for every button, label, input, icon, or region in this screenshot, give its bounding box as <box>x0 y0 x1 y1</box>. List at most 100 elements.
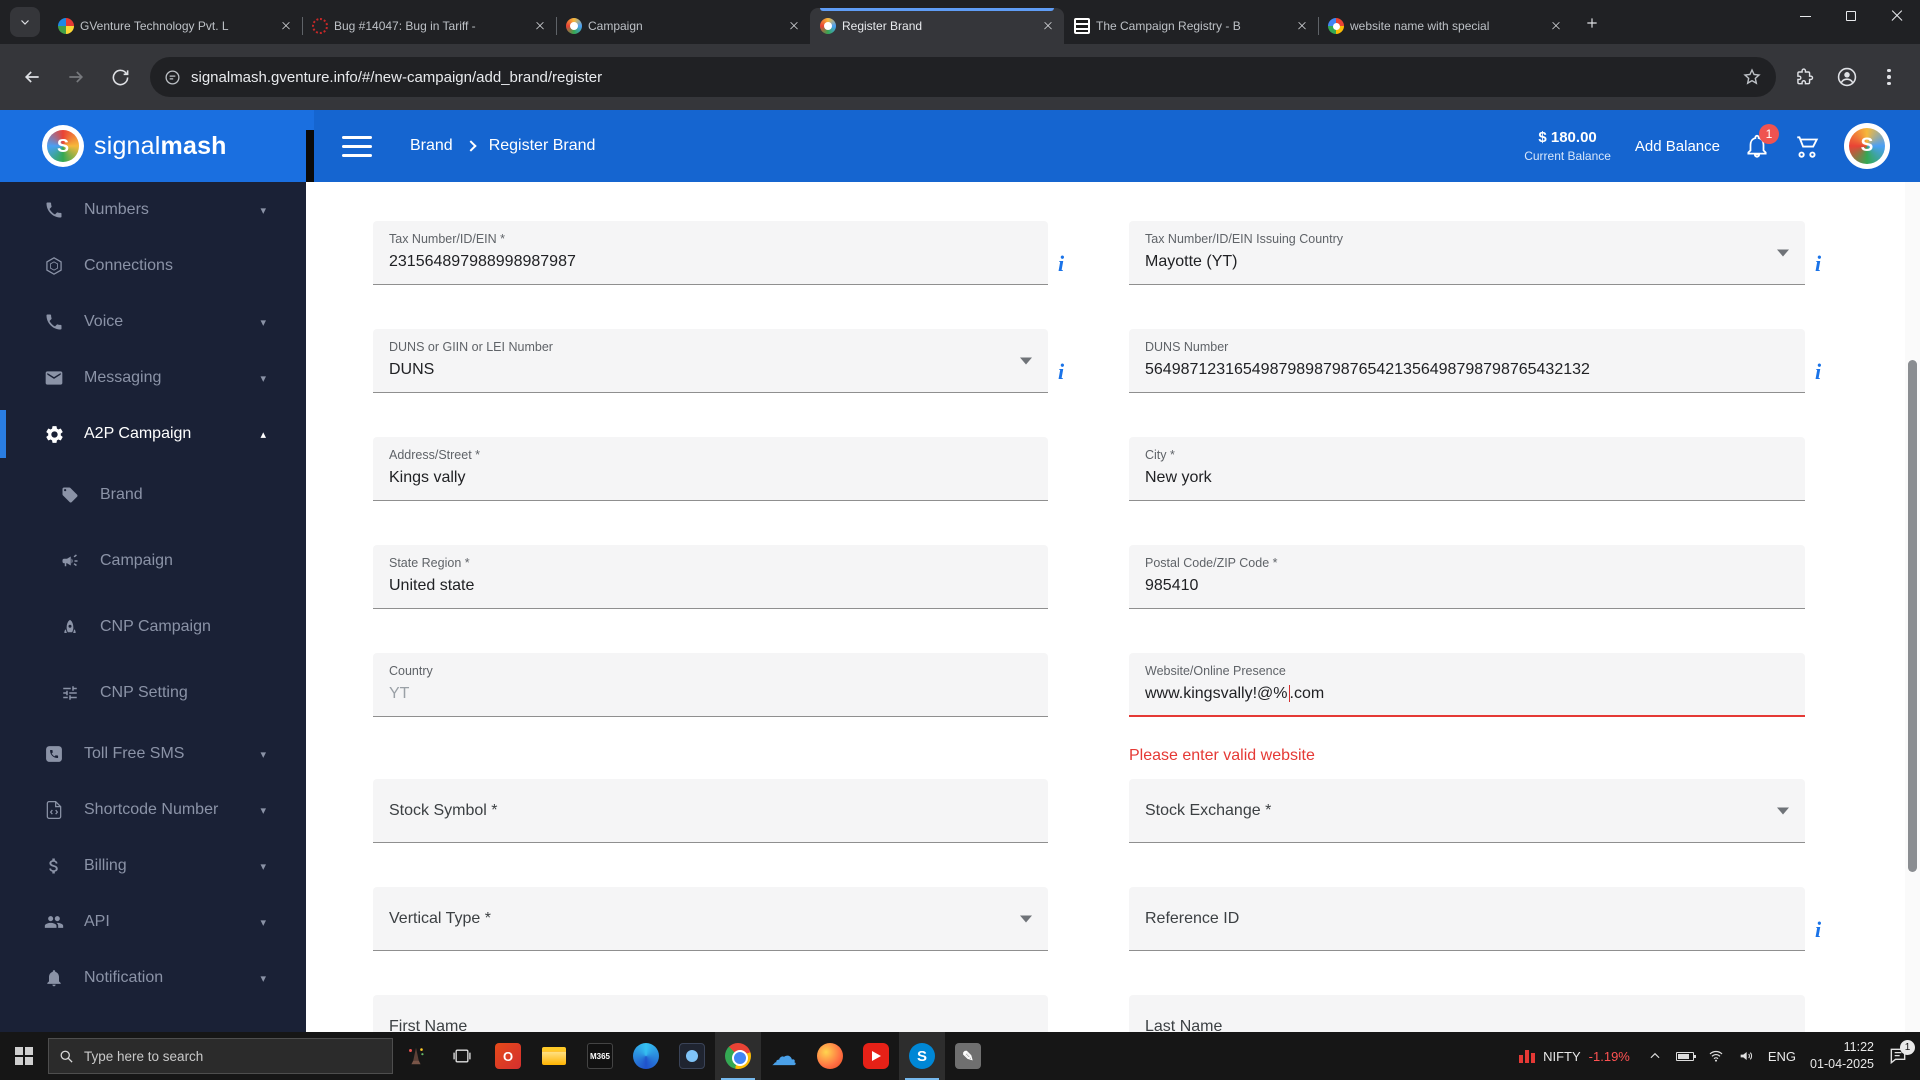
breadcrumb-brand[interactable]: Brand <box>410 137 453 155</box>
field-value: DUNS <box>389 361 435 378</box>
tab-close-icon[interactable] <box>1548 18 1564 34</box>
signalmash-logo-icon[interactable]: S <box>42 125 84 167</box>
taskbar-app-firefox[interactable] <box>807 1032 853 1080</box>
tab-bug-14047[interactable]: Bug #14047: Bug in Tariff - <box>302 8 556 44</box>
window-close-button[interactable] <box>1874 0 1920 32</box>
envelope-icon <box>42 368 66 388</box>
speaker-icon[interactable] <box>1738 1048 1754 1064</box>
sidebar-item-label: Connections <box>84 257 173 274</box>
sidebar-item-voice[interactable]: Voice ▾ <box>0 294 306 350</box>
sidebar-item-campaign[interactable]: Campaign <box>0 528 306 594</box>
browser-menu-button[interactable] <box>1870 58 1908 96</box>
tab-close-icon[interactable] <box>532 18 548 34</box>
tax-number-field[interactable]: Tax Number/ID/EIN * 23156489798899898798… <box>373 221 1048 285</box>
sidebar-item-notification[interactable]: Notification ▾ <box>0 950 306 1006</box>
new-tab-button[interactable] <box>1578 9 1606 37</box>
tray-expand-icon[interactable] <box>1648 1049 1662 1063</box>
duns-giin-lei-select[interactable]: DUNS or GIIN or LEI Number DUNS <box>373 329 1048 393</box>
first-name-field[interactable]: First Name <box>373 995 1048 1032</box>
state-region-field[interactable]: State Region * United state <box>373 545 1048 609</box>
sliders-icon <box>58 684 82 702</box>
tab-search-button[interactable] <box>10 7 40 37</box>
taskbar-app-photos[interactable] <box>669 1032 715 1080</box>
back-button[interactable] <box>12 57 52 97</box>
taskbar-app-file-explorer[interactable] <box>531 1032 577 1080</box>
stock-ticker-widget[interactable]: NIFTY -1.19% <box>1519 1049 1630 1064</box>
tab-close-icon[interactable] <box>1040 18 1056 34</box>
stock-exchange-select[interactable]: Stock Exchange * <box>1129 779 1805 843</box>
profile-button[interactable] <box>1828 58 1866 96</box>
tab-gventure[interactable]: GVenture Technology Pvt. L <box>48 8 302 44</box>
tab-close-icon[interactable] <box>278 18 294 34</box>
window-minimize-button[interactable] <box>1782 0 1828 32</box>
sidebar-item-messaging[interactable]: Messaging ▾ <box>0 350 306 406</box>
page-scrollbar[interactable] <box>1905 182 1920 1032</box>
city-field[interactable]: City * New york <box>1129 437 1805 501</box>
sidebar-item-shortcode-number[interactable]: Shortcode Number ▾ <box>0 782 306 838</box>
sidebar-item-cnp-campaign[interactable]: CNP Campaign <box>0 594 306 660</box>
window-restore-button[interactable] <box>1828 0 1874 32</box>
postal-code-field[interactable]: Postal Code/ZIP Code * 985410 <box>1129 545 1805 609</box>
taskbar-app-skype[interactable]: S <box>899 1032 945 1080</box>
taskbar-app-youtube[interactable] <box>853 1032 899 1080</box>
taskbar-app-whiteboard[interactable]: ✎ <box>945 1032 991 1080</box>
tab-close-icon[interactable] <box>786 18 802 34</box>
website-field[interactable]: Website/Online Presence www.kingsvally!@… <box>1129 653 1805 717</box>
campaign-registry-favicon <box>1074 18 1090 34</box>
taskbar-app-edge[interactable] <box>623 1032 669 1080</box>
sidebar-item-toll-free-sms[interactable]: Toll Free SMS ▾ <box>0 726 306 782</box>
sidebar-item-api[interactable]: API ▾ <box>0 894 306 950</box>
user-avatar[interactable]: S <box>1844 123 1890 169</box>
add-balance-button[interactable]: Add Balance <box>1635 138 1720 155</box>
tax-issuing-country-select[interactable]: Tax Number/ID/EIN Issuing Country Mayott… <box>1129 221 1805 285</box>
taskbar-search-input[interactable]: Type here to search <box>48 1038 393 1074</box>
seasonal-highlight-icon <box>409 1047 424 1065</box>
sidebar-toggle-button[interactable] <box>342 135 372 157</box>
info-icon[interactable] <box>1815 359 1821 385</box>
start-button[interactable] <box>0 1032 48 1080</box>
task-view-button[interactable] <box>439 1032 485 1080</box>
clock[interactable]: 11:22 01-04-2025 <box>1810 1039 1874 1073</box>
notifications-button[interactable]: 1 <box>1744 124 1779 159</box>
field-label: Stock Exchange * <box>1145 801 1272 819</box>
tab-close-icon[interactable] <box>1294 18 1310 34</box>
sidebar-item-billing[interactable]: Billing ▾ <box>0 838 306 894</box>
tab-campaign[interactable]: Campaign <box>556 8 810 44</box>
forward-button[interactable] <box>56 57 96 97</box>
tab-google-search[interactable]: website name with special <box>1318 8 1572 44</box>
taskbar-app-office[interactable]: O <box>485 1032 531 1080</box>
cart-button[interactable] <box>1794 133 1820 159</box>
search-highlight-button[interactable] <box>393 1032 439 1080</box>
taskbar-app-onedrive[interactable]: ☁ <box>761 1032 807 1080</box>
sidebar-item-brand[interactable]: Brand <box>0 462 306 528</box>
sidebar-item-connections[interactable]: Connections <box>0 238 306 294</box>
info-icon[interactable] <box>1815 251 1821 277</box>
field-label: Postal Code/ZIP Code * <box>1145 556 1278 570</box>
last-name-field[interactable]: Last Name <box>1129 995 1805 1032</box>
action-center-button[interactable]: 1 <box>1888 1040 1915 1066</box>
language-indicator[interactable]: ENG <box>1768 1049 1796 1064</box>
duns-number-field[interactable]: DUNS Number 5649871231654987989879876542… <box>1129 329 1805 393</box>
reload-button[interactable] <box>100 57 140 97</box>
tab-title: Register Brand <box>842 19 923 33</box>
address-bar[interactable]: signalmash.gventure.info/#/new-campaign/… <box>150 57 1776 97</box>
info-icon[interactable] <box>1058 359 1064 385</box>
tab-campaign-registry[interactable]: The Campaign Registry - B <box>1064 8 1318 44</box>
battery-icon[interactable] <box>1675 1051 1696 1061</box>
network-icon[interactable] <box>1708 1048 1724 1064</box>
bookmark-star-icon[interactable] <box>1742 67 1762 87</box>
page-scrollbar-thumb[interactable] <box>1908 360 1917 872</box>
sidebar-item-cnp-setting[interactable]: CNP Setting <box>0 660 306 726</box>
address-street-field[interactable]: Address/Street * Kings vally <box>373 437 1048 501</box>
vertical-type-select[interactable]: Vertical Type * <box>373 887 1048 951</box>
info-icon[interactable] <box>1058 251 1064 277</box>
taskbar-app-chrome[interactable] <box>715 1032 761 1080</box>
sidebar-item-a2p-campaign[interactable]: A2P Campaign ▴ <box>0 406 306 462</box>
sidebar-item-numbers[interactable]: Numbers ▾ <box>0 182 306 238</box>
extensions-button[interactable] <box>1786 58 1824 96</box>
taskbar-app-m365[interactable]: M365 <box>577 1032 623 1080</box>
tab-register-brand-active[interactable]: Register Brand <box>810 8 1064 44</box>
info-icon[interactable] <box>1815 917 1821 943</box>
reference-id-field[interactable]: Reference ID <box>1129 887 1805 951</box>
stock-symbol-field[interactable]: Stock Symbol * <box>373 779 1048 843</box>
